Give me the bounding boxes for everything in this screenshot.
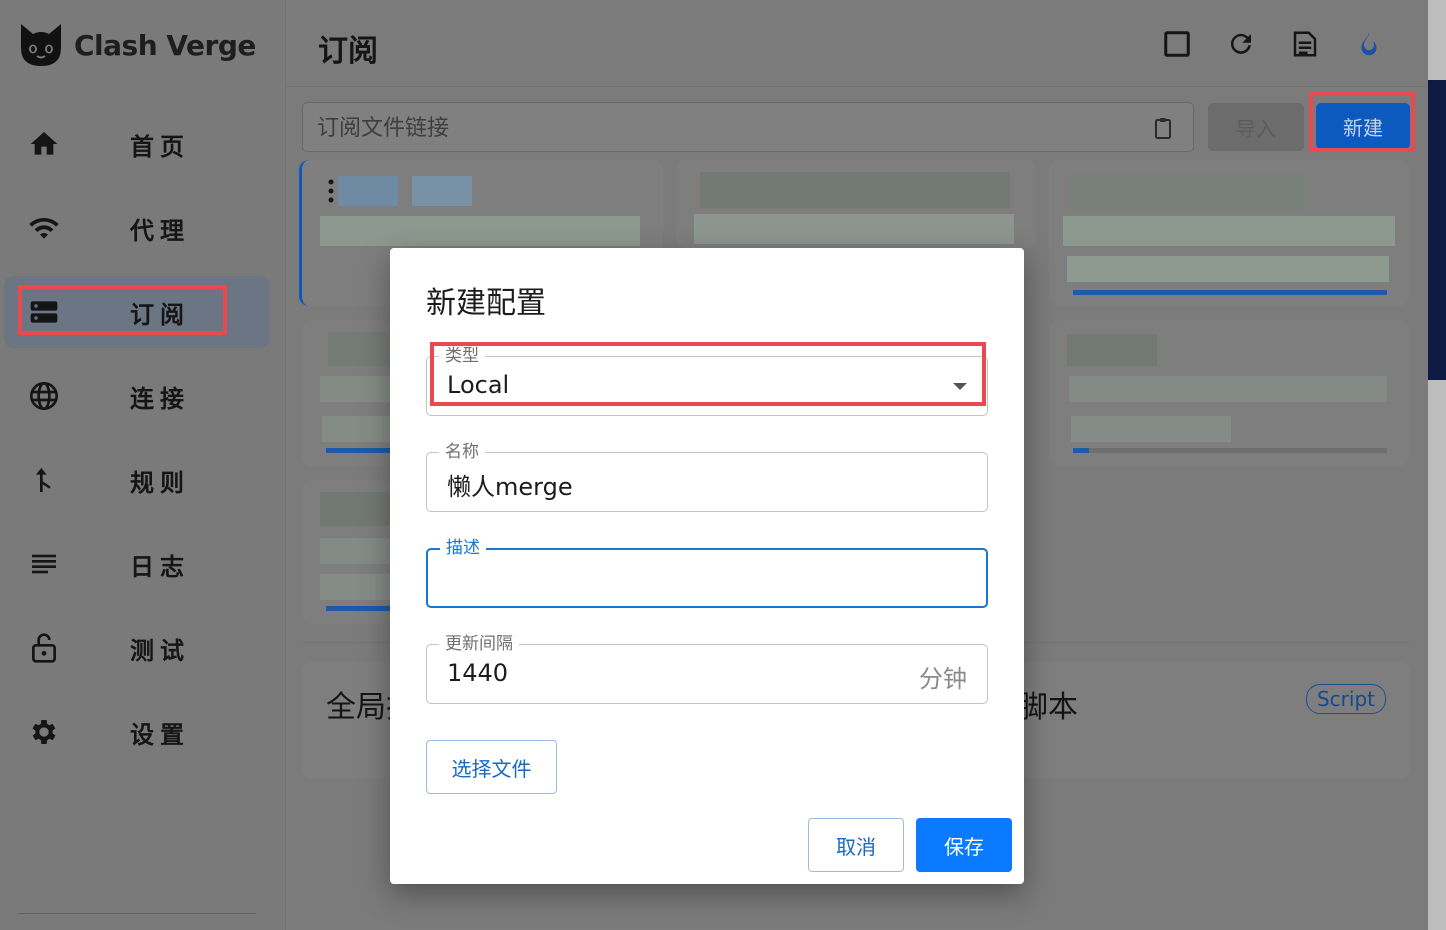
blurred-text bbox=[320, 376, 392, 402]
sidebar-item-settings[interactable]: 设置 bbox=[4, 696, 270, 768]
background-window-panel bbox=[1428, 80, 1446, 380]
sidebar-item-label: 设置 bbox=[130, 720, 190, 749]
blurred-text bbox=[1063, 216, 1395, 246]
blurred-text bbox=[328, 332, 392, 366]
import-button[interactable]: 导入 bbox=[1208, 103, 1304, 151]
blurred-text bbox=[320, 538, 392, 564]
blurred-text bbox=[338, 176, 398, 206]
app-logo: Clash Verge bbox=[18, 22, 256, 68]
page-title: 订阅 bbox=[318, 34, 378, 69]
new-profile-dialog: 新建配置 类型 Local 名称 懒人merge 描述 更新间隔 1440 分钟… bbox=[390, 248, 1024, 884]
home-icon bbox=[26, 126, 62, 162]
blurred-text bbox=[320, 574, 392, 600]
profile-card[interactable] bbox=[302, 480, 392, 624]
profile-card[interactable] bbox=[1049, 160, 1409, 306]
sidebar-item-profiles[interactable]: 订阅 bbox=[4, 276, 270, 348]
sidebar-divider bbox=[18, 913, 256, 914]
dropdown-arrow-icon[interactable] bbox=[953, 383, 967, 390]
type-select[interactable]: 类型 Local bbox=[426, 346, 988, 416]
type-value: Local bbox=[447, 371, 510, 399]
usage-progress-bar bbox=[1073, 290, 1387, 295]
profile-card[interactable] bbox=[676, 160, 1036, 248]
sidebar: Clash Verge 首页 代理 订阅 连接 规则 日志 测试 设置 bbox=[0, 0, 286, 930]
choose-file-button[interactable]: 选择文件 bbox=[426, 740, 557, 794]
blurred-text bbox=[322, 416, 392, 442]
sidebar-item-label: 连接 bbox=[130, 384, 190, 413]
subscription-url-field[interactable] bbox=[302, 102, 1194, 152]
sidebar-item-test[interactable]: 测试 bbox=[4, 612, 270, 684]
blurred-text bbox=[1067, 256, 1389, 282]
global-script-label: 脚本 bbox=[1018, 690, 1078, 725]
sidebar-item-label: 代理 bbox=[130, 216, 190, 245]
usage-progress-bar bbox=[326, 606, 392, 611]
refresh-icon[interactable] bbox=[1224, 26, 1258, 62]
more-vert-icon[interactable] bbox=[328, 178, 334, 204]
update-interval-unit: 分钟 bbox=[919, 665, 967, 693]
usage-progress-track bbox=[1073, 448, 1387, 453]
sidebar-item-proxy[interactable]: 代理 bbox=[4, 192, 270, 264]
sidebar-item-label: 规则 bbox=[130, 468, 190, 497]
blurred-text bbox=[694, 214, 1014, 244]
sidebar-item-label: 日志 bbox=[130, 552, 190, 581]
subscription-url-input[interactable] bbox=[317, 113, 1137, 143]
profile-card[interactable] bbox=[1049, 320, 1409, 466]
sidebar-item-label: 订阅 bbox=[130, 300, 190, 329]
wifi-icon bbox=[26, 210, 62, 246]
usage-progress-bar bbox=[1073, 448, 1089, 453]
script-badge: Script bbox=[1305, 684, 1386, 714]
cancel-button[interactable]: 取消 bbox=[808, 818, 904, 872]
fire-icon[interactable] bbox=[1352, 26, 1386, 62]
blurred-text bbox=[320, 216, 640, 246]
new-profile-button[interactable]: 新建 bbox=[1316, 103, 1410, 149]
globe-icon bbox=[26, 378, 62, 414]
dialog-title: 新建配置 bbox=[426, 286, 546, 321]
profile-card[interactable] bbox=[302, 320, 392, 466]
blurred-text bbox=[1067, 334, 1157, 366]
update-interval-label: 更新间隔 bbox=[439, 634, 519, 654]
list-icon bbox=[26, 546, 62, 582]
blurred-text bbox=[1069, 174, 1305, 210]
name-value[interactable]: 懒人merge bbox=[447, 467, 573, 502]
blurred-text bbox=[1071, 416, 1231, 442]
sidebar-item-connections[interactable]: 连接 bbox=[4, 360, 270, 432]
sidebar-item-label: 测试 bbox=[130, 636, 190, 665]
update-interval-value[interactable]: 1440 bbox=[447, 659, 508, 687]
save-button[interactable]: 保存 bbox=[916, 818, 1012, 872]
lock-open-icon bbox=[26, 630, 62, 666]
usage-progress-bar bbox=[326, 448, 392, 453]
sidebar-item-rules[interactable]: 规则 bbox=[4, 444, 270, 516]
blurred-text bbox=[412, 176, 472, 206]
cat-logo-icon bbox=[21, 24, 61, 66]
blurred-text bbox=[320, 492, 392, 526]
gear-icon bbox=[26, 714, 62, 750]
header-toolbar bbox=[1160, 26, 1386, 62]
description-field[interactable]: 描述 bbox=[426, 538, 988, 608]
sidebar-item-logs[interactable]: 日志 bbox=[4, 528, 270, 600]
sidebar-item-label: 首页 bbox=[130, 132, 190, 161]
name-field[interactable]: 名称 懒人merge bbox=[426, 442, 988, 512]
header-divider bbox=[286, 86, 1426, 87]
type-label: 类型 bbox=[439, 346, 485, 366]
name-label: 名称 bbox=[439, 442, 485, 462]
clipboard-icon[interactable] bbox=[1151, 115, 1175, 145]
fork-icon bbox=[26, 462, 62, 498]
storage-icon bbox=[26, 294, 62, 330]
description-label: 描述 bbox=[440, 538, 486, 558]
blurred-text bbox=[1069, 376, 1387, 402]
sidebar-item-home[interactable]: 首页 bbox=[4, 108, 270, 180]
blurred-text bbox=[700, 172, 1010, 208]
square-icon[interactable] bbox=[1160, 26, 1194, 62]
app-name: Clash Verge bbox=[74, 28, 256, 62]
document-icon[interactable] bbox=[1288, 26, 1322, 62]
update-interval-field[interactable]: 更新间隔 1440 分钟 bbox=[426, 634, 988, 704]
